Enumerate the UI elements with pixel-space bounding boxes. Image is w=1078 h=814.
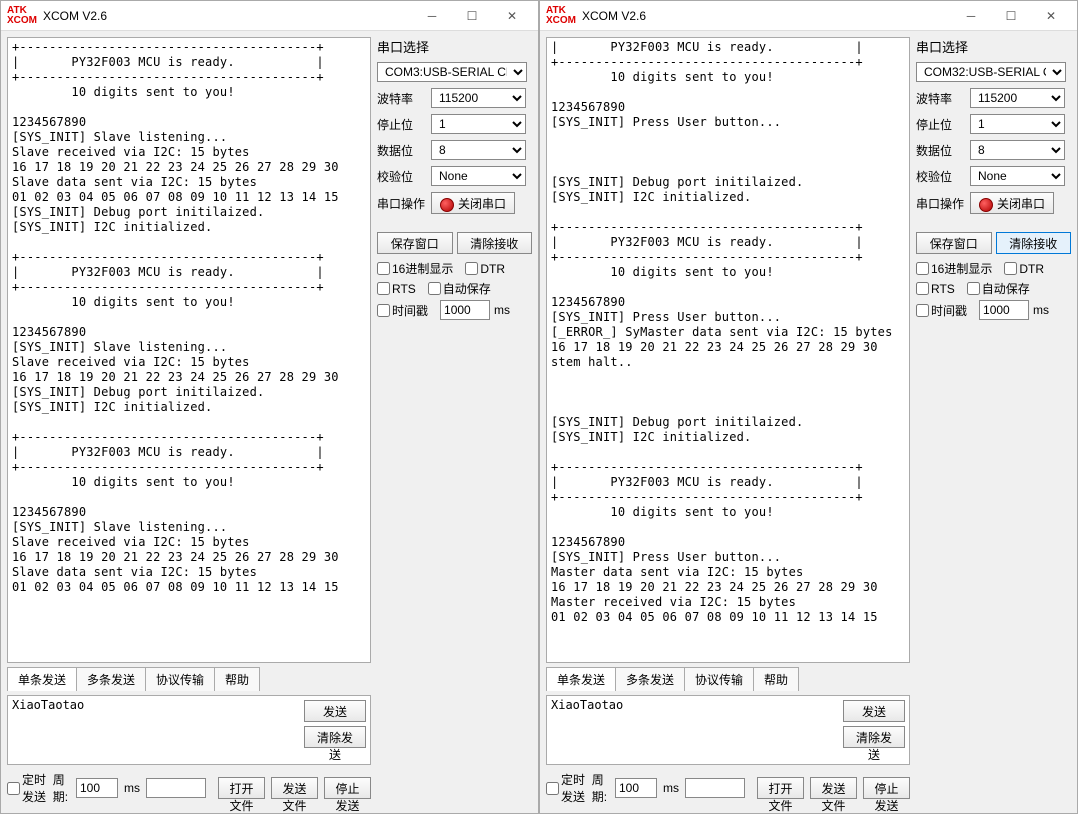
send-file-button[interactable]: 发送文件 — [271, 777, 318, 799]
stopbits-select[interactable]: 1 — [970, 114, 1065, 134]
rts-check[interactable]: RTS — [377, 282, 416, 296]
parity-select[interactable]: None — [970, 166, 1065, 186]
rts-check[interactable]: RTS — [916, 282, 955, 296]
timed-send-check[interactable]: 定时发送 — [7, 771, 47, 805]
send-button[interactable]: 发送 — [843, 700, 905, 722]
tab-help[interactable]: 帮助 — [753, 667, 799, 691]
maximize-button[interactable]: ☐ — [991, 2, 1031, 30]
parity-select[interactable]: None — [431, 166, 526, 186]
autosave-check[interactable]: 自动保存 — [428, 280, 491, 297]
stopbits-select[interactable]: 1 — [431, 114, 526, 134]
file-path-input[interactable] — [685, 778, 745, 798]
close-port-button[interactable]: 关闭串口 — [431, 192, 515, 214]
dtr-check[interactable]: DTR — [465, 262, 505, 276]
send-tabs: 单条发送 多条发送 协议传输 帮助 — [7, 667, 371, 691]
period-input[interactable] — [76, 778, 118, 798]
xcom-window-left: ATKXCOM XCOM V2.6 ─ ☐ ✕ +---------------… — [0, 0, 539, 814]
timestamp-check[interactable]: 时间戳 — [916, 302, 967, 319]
port-select[interactable]: COM3:USB-SERIAL CH340 — [377, 62, 527, 82]
close-port-button[interactable]: 关闭串口 — [970, 192, 1054, 214]
send-text-input[interactable] — [8, 696, 300, 764]
hex-display-check[interactable]: 16进制显示 — [916, 260, 992, 277]
baud-select[interactable]: 115200 — [970, 88, 1065, 108]
minimize-button[interactable]: ─ — [412, 2, 452, 30]
dtr-check[interactable]: DTR — [1004, 262, 1044, 276]
tab-proto[interactable]: 协议传输 — [145, 667, 215, 691]
timed-send-check[interactable]: 定时发送 — [546, 771, 586, 805]
period-input[interactable] — [615, 778, 657, 798]
titlebar: ATKXCOM XCOM V2.6 ─ ☐ ✕ — [540, 1, 1077, 31]
app-icon: ATKXCOM — [7, 6, 37, 26]
port-select[interactable]: COM32:USB-SERIAL CH34 — [916, 62, 1066, 82]
xcom-window-right: ATKXCOM XCOM V2.6 ─ ☐ ✕ | PY32F003 MCU i… — [539, 0, 1078, 814]
timestamp-ms-input[interactable] — [979, 300, 1029, 320]
timestamp-ms-input[interactable] — [440, 300, 490, 320]
port-section-label: 串口选择 — [377, 37, 532, 56]
databits-select[interactable]: 8 — [970, 140, 1065, 160]
close-button[interactable]: ✕ — [492, 2, 532, 30]
timestamp-check[interactable]: 时间戳 — [377, 302, 428, 319]
save-window-button[interactable]: 保存窗口 — [916, 232, 992, 254]
open-file-button[interactable]: 打开文件 — [218, 777, 265, 799]
save-window-button[interactable]: 保存窗口 — [377, 232, 453, 254]
autosave-check[interactable]: 自动保存 — [967, 280, 1030, 297]
send-file-button[interactable]: 发送文件 — [810, 777, 857, 799]
app-icon: ATKXCOM — [546, 6, 576, 26]
rx-terminal: | PY32F003 MCU is ready. | +------------… — [546, 37, 910, 663]
hex-display-check[interactable]: 16进制显示 — [377, 260, 453, 277]
send-text-input[interactable] — [547, 696, 839, 764]
tab-multi[interactable]: 多条发送 — [76, 667, 146, 691]
minimize-button[interactable]: ─ — [951, 2, 991, 30]
open-file-button[interactable]: 打开文件 — [757, 777, 804, 799]
tab-help[interactable]: 帮助 — [214, 667, 260, 691]
clear-rx-button[interactable]: 清除接收 — [457, 232, 533, 254]
tab-single[interactable]: 单条发送 — [546, 667, 616, 691]
baud-select[interactable]: 115200 — [431, 88, 526, 108]
file-path-input[interactable] — [146, 778, 206, 798]
tab-multi[interactable]: 多条发送 — [615, 667, 685, 691]
clear-rx-button[interactable]: 清除接收 — [996, 232, 1072, 254]
tab-single[interactable]: 单条发送 — [7, 667, 77, 691]
send-button[interactable]: 发送 — [304, 700, 366, 722]
record-icon — [440, 198, 454, 212]
port-section-label: 串口选择 — [916, 37, 1071, 56]
rx-terminal: +---------------------------------------… — [7, 37, 371, 663]
databits-select[interactable]: 8 — [431, 140, 526, 160]
maximize-button[interactable]: ☐ — [452, 2, 492, 30]
send-tabs: 单条发送 多条发送 协议传输 帮助 — [546, 667, 910, 691]
stop-send-button[interactable]: 停止发送 — [324, 777, 371, 799]
record-icon — [979, 198, 993, 212]
stop-send-button[interactable]: 停止发送 — [863, 777, 910, 799]
window-title: XCOM V2.6 — [43, 9, 412, 23]
close-button[interactable]: ✕ — [1031, 2, 1071, 30]
titlebar: ATKXCOM XCOM V2.6 ─ ☐ ✕ — [1, 1, 538, 31]
clear-send-button[interactable]: 清除发送 — [304, 726, 366, 748]
clear-send-button[interactable]: 清除发送 — [843, 726, 905, 748]
window-title: XCOM V2.6 — [582, 9, 951, 23]
tab-proto[interactable]: 协议传输 — [684, 667, 754, 691]
